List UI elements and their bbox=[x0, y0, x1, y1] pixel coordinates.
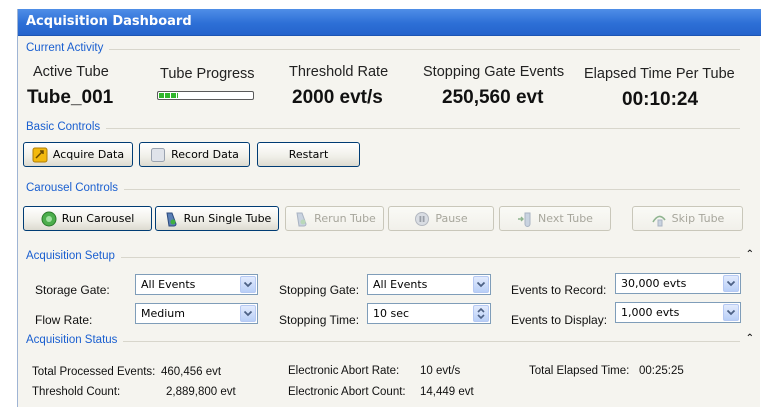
next-tube-label: Next Tube bbox=[538, 212, 593, 225]
abort-count-label: Electronic Abort Count: bbox=[288, 386, 406, 398]
next-tube-button[interactable]: Next Tube bbox=[499, 206, 611, 231]
total-processed-label: Total Processed Events: bbox=[32, 366, 156, 378]
elapsed-time-per-tube-value: 00:10:24 bbox=[622, 89, 699, 110]
window-title: Acquisition Dashboard bbox=[26, 14, 192, 29]
divider bbox=[26, 341, 740, 342]
acquisition-status-header: Acquisition Status ⌃ bbox=[26, 333, 754, 348]
flow-rate-select[interactable]: Medium bbox=[135, 303, 258, 324]
threshold-rate-value: 2000 evt/s bbox=[292, 87, 383, 108]
threshold-rate-label: Threshold Rate bbox=[289, 64, 389, 80]
chevron-down-icon[interactable] bbox=[723, 275, 739, 292]
tube-progress-fill bbox=[159, 93, 178, 98]
divider bbox=[26, 189, 740, 190]
record-data-label: Record Data bbox=[171, 148, 239, 161]
tube-progress-label: Tube Progress bbox=[160, 66, 255, 82]
run-single-tube-icon bbox=[163, 211, 179, 227]
acquire-icon bbox=[32, 147, 48, 163]
stopping-time-stepper[interactable]: 10 sec bbox=[367, 303, 491, 324]
total-elapsed-value: 00:25:25 bbox=[639, 365, 684, 377]
stopping-gate-events-label: Stopping Gate Events bbox=[423, 64, 565, 80]
elapsed-time-per-tube-label: Elapsed Time Per Tube bbox=[584, 66, 735, 82]
stopping-gate-label: Stopping Gate: bbox=[279, 283, 360, 297]
events-to-display-select[interactable]: 1,000 evts bbox=[615, 302, 741, 323]
skip-tube-label: Skip Tube bbox=[671, 212, 725, 225]
restart-button[interactable]: Restart bbox=[257, 142, 360, 167]
stopping-gate-events-value: 250,560 evt bbox=[442, 87, 544, 108]
divider bbox=[26, 257, 740, 258]
run-carousel-icon bbox=[41, 211, 57, 227]
rerun-tube-icon bbox=[293, 211, 309, 227]
divider bbox=[26, 128, 740, 129]
acquire-data-label: Acquire Data bbox=[52, 148, 125, 161]
total-processed-value: 460,456 evt bbox=[161, 366, 222, 378]
collapse-chevron-icon[interactable]: ⌃ bbox=[746, 249, 754, 260]
abort-rate-label: Electronic Abort Rate: bbox=[288, 365, 400, 377]
rerun-tube-label: Rerun Tube bbox=[314, 212, 376, 225]
skip-tube-button[interactable]: Skip Tube bbox=[632, 206, 743, 231]
stopping-time-value: 10 sec bbox=[373, 307, 410, 320]
threshold-count-label: Threshold Count: bbox=[32, 386, 121, 398]
abort-rate-value: 10 evt/s bbox=[420, 365, 461, 377]
pause-label: Pause bbox=[435, 212, 468, 225]
events-to-record-label: Events to Record: bbox=[511, 283, 607, 297]
tube-progress-bar bbox=[157, 91, 254, 100]
active-tube-label: Active Tube bbox=[33, 64, 109, 80]
basic-controls-header: Basic Controls bbox=[26, 121, 754, 135]
storage-gate-value: All Events bbox=[141, 278, 196, 291]
spin-updown-icon[interactable] bbox=[473, 305, 489, 322]
acquisition-setup-header: Acquisition Setup ⌃ bbox=[26, 249, 754, 264]
acquire-data-button[interactable]: Acquire Data bbox=[23, 142, 133, 167]
storage-gate-select[interactable]: All Events bbox=[135, 274, 258, 295]
collapse-chevron-icon[interactable]: ⌃ bbox=[746, 333, 754, 344]
stopping-time-label: Stopping Time: bbox=[279, 313, 360, 327]
carousel-controls-label: Carousel Controls bbox=[26, 182, 125, 194]
current-activity-header: Current Activity bbox=[26, 42, 754, 56]
divider bbox=[26, 49, 740, 50]
stopping-gate-select[interactable]: All Events bbox=[367, 274, 491, 295]
skip-tube-icon bbox=[651, 211, 667, 227]
title-bar: Acquisition Dashboard bbox=[18, 9, 761, 36]
rerun-tube-button[interactable]: Rerun Tube bbox=[285, 206, 384, 231]
pause-icon bbox=[414, 211, 430, 227]
run-single-tube-label: Run Single Tube bbox=[183, 212, 272, 225]
next-tube-icon bbox=[517, 211, 533, 227]
acquisition-status-label: Acquisition Status bbox=[26, 334, 124, 346]
chevron-down-icon[interactable] bbox=[723, 304, 739, 321]
acquisition-setup-label: Acquisition Setup bbox=[26, 250, 121, 262]
current-activity-label: Current Activity bbox=[26, 42, 110, 54]
run-single-tube-button[interactable]: Run Single Tube bbox=[155, 206, 279, 231]
events-to-record-select[interactable]: 30,000 evts bbox=[615, 273, 741, 294]
storage-gate-label: Storage Gate: bbox=[35, 283, 110, 297]
stopping-gate-value: All Events bbox=[373, 278, 428, 291]
events-to-display-value: 1,000 evts bbox=[621, 306, 680, 319]
events-to-record-value: 30,000 evts bbox=[621, 277, 687, 290]
basic-controls-label: Basic Controls bbox=[26, 121, 107, 133]
chevron-down-icon[interactable] bbox=[240, 305, 256, 322]
flow-rate-label: Flow Rate: bbox=[35, 313, 93, 327]
events-to-display-label: Events to Display: bbox=[511, 313, 608, 327]
carousel-controls-header: Carousel Controls bbox=[26, 182, 754, 196]
acquisition-dashboard-window: Acquisition Dashboard Current Activity A… bbox=[17, 9, 761, 407]
active-tube-value: Tube_001 bbox=[27, 87, 114, 108]
flow-rate-value: Medium bbox=[141, 307, 185, 320]
threshold-count-value: 2,889,800 evt bbox=[166, 386, 236, 398]
record-icon bbox=[150, 147, 166, 163]
run-carousel-label: Run Carousel bbox=[61, 212, 135, 225]
record-data-button[interactable]: Record Data bbox=[139, 142, 250, 167]
chevron-down-icon[interactable] bbox=[240, 276, 256, 293]
chevron-down-icon[interactable] bbox=[473, 276, 489, 293]
pause-button[interactable]: Pause bbox=[388, 206, 494, 231]
run-carousel-button[interactable]: Run Carousel bbox=[23, 206, 152, 231]
restart-label: Restart bbox=[288, 148, 329, 161]
abort-count-value: 14,449 evt bbox=[420, 386, 474, 398]
total-elapsed-label: Total Elapsed Time: bbox=[529, 365, 630, 377]
